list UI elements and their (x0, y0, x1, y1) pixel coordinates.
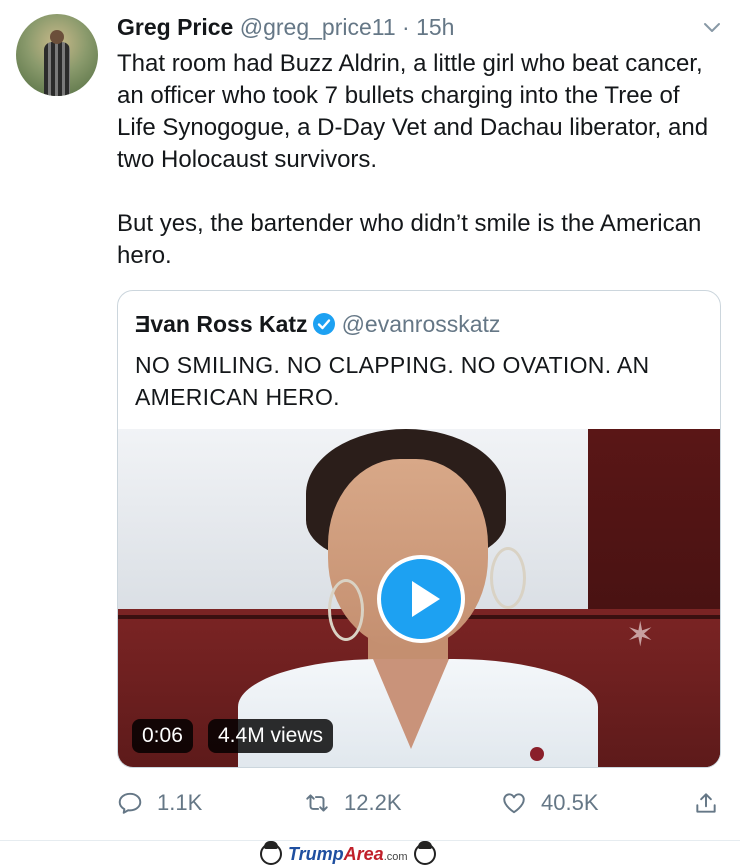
watermark-logo: TrumpArea.com (260, 841, 436, 866)
watermark-text: TrumpArea.com (288, 844, 408, 865)
watermark-part-3: .com (383, 850, 408, 863)
avatar[interactable] (16, 14, 98, 96)
reply-button[interactable]: 1.1K (117, 786, 202, 820)
avatar-head (50, 30, 64, 44)
watermark-part-1: Trump (288, 843, 344, 864)
tweet-paragraph-1: That room had Buzz Aldrin, a little girl… (117, 50, 709, 173)
tweet-paragraph-2: But yes, the bartender who didn’t smile … (117, 210, 702, 269)
video-player[interactable]: ✶ 0:06 4.4M views (118, 429, 720, 767)
retweet-button[interactable]: 12.2K (304, 786, 402, 820)
quoted-author-name: Ǝvan Ross Katz (135, 311, 308, 337)
quoted-text: NO SMILING. NO CLAPPING. NO OVATION. AN … (135, 352, 650, 410)
watermark-face-icon (413, 841, 436, 865)
star-icon: ✶ (626, 616, 655, 654)
timestamp[interactable]: 15h (416, 14, 454, 40)
reply-icon (118, 792, 142, 814)
like-button[interactable]: 40.5K (501, 786, 599, 820)
like-icon (503, 793, 525, 814)
quoted-header: Ǝvan Ross Katz @evanrosskatz (135, 309, 500, 339)
tweet-actions: 1.1K 12.2K 40.5K (117, 786, 727, 820)
lapel-pin (530, 747, 544, 761)
video-views: 4.4M views (208, 719, 334, 753)
reply-count: 1.1K (157, 790, 203, 815)
watermark-face-icon (260, 841, 282, 865)
watermark-part-2: Area (343, 843, 384, 864)
tweet-header: Greg Price @greg_price11 · 15h (117, 12, 454, 42)
video-duration: 0:06 (132, 719, 193, 753)
earring-right (490, 547, 526, 609)
author-name[interactable]: Greg Price (117, 14, 233, 40)
quoted-author-handle: @evanrosskatz (341, 311, 501, 337)
share-icon (696, 793, 716, 813)
video-figure-neckline (373, 659, 449, 749)
tweet[interactable]: Greg Price @greg_price11 · 15h That room… (0, 0, 740, 840)
verified-badge-icon (312, 313, 335, 335)
chevron-down-icon[interactable] (700, 16, 724, 40)
divider (0, 840, 740, 841)
quoted-tweet[interactable]: Ǝvan Ross Katz @evanrosskatz NO SMILING.… (117, 290, 721, 768)
play-button[interactable] (377, 555, 465, 643)
separator-dot: · (402, 14, 410, 40)
like-count: 40.5K (541, 790, 599, 815)
share-button[interactable] (693, 786, 733, 820)
play-icon (412, 581, 440, 617)
tweet-text: That room had Buzz Aldrin, a little girl… (117, 48, 717, 272)
earring-left (328, 579, 364, 641)
avatar-person (44, 42, 70, 96)
retweet-count: 12.2K (344, 790, 402, 815)
author-handle[interactable]: @greg_price11 (240, 14, 396, 40)
retweet-icon (306, 794, 328, 812)
